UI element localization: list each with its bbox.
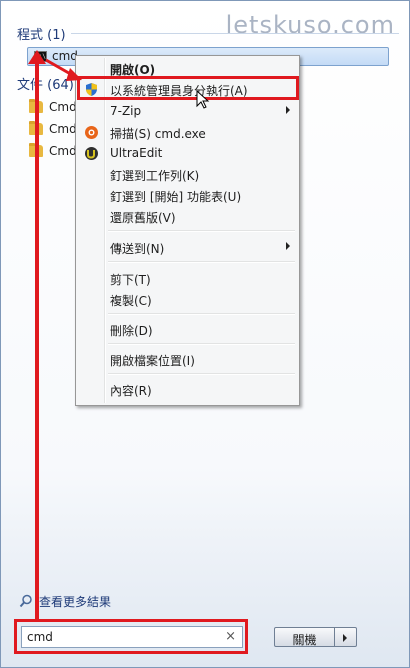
- see-more-results-label: 查看更多結果: [39, 595, 112, 609]
- menu-item-send-to[interactable]: 傳送到(N): [78, 237, 297, 257]
- menu-item-label: UltraEdit: [110, 146, 163, 160]
- menu-item-label: 開啟檔案位置(I): [110, 354, 195, 368]
- menu-separator: [108, 230, 295, 232]
- shutdown-control: 關機: [274, 627, 358, 647]
- annotation-arrow-shaft: [35, 60, 39, 620]
- menu-item-label: 刪除(D): [110, 324, 153, 338]
- menu-item-label: 還原舊版(V): [110, 211, 176, 225]
- menu-item-label: 釘選到工作列(K): [110, 169, 200, 183]
- menu-item-properties[interactable]: 內容(R): [78, 379, 297, 399]
- chevron-right-icon: [343, 634, 347, 642]
- menu-item-copy[interactable]: 複製(C): [78, 289, 297, 309]
- mouse-cursor-icon: [196, 90, 210, 109]
- menu-item-restore-previous[interactable]: 還原舊版(V): [78, 206, 297, 226]
- menu-item-cut[interactable]: 剪下(T): [78, 268, 297, 288]
- antivirus-icon: [85, 126, 98, 139]
- menu-item-label: 剪下(T): [110, 273, 151, 287]
- ultraedit-icon: [85, 147, 98, 160]
- menu-item-pin-taskbar[interactable]: 釘選到工作列(K): [78, 164, 297, 184]
- menu-separator: [108, 343, 295, 345]
- watermark: letskuso.com: [225, 11, 395, 39]
- search-icon: [19, 594, 32, 608]
- menu-separator: [108, 373, 295, 375]
- search-box-highlight: [14, 619, 248, 654]
- submenu-arrow-icon: [286, 242, 290, 250]
- submenu-arrow-icon: [286, 106, 290, 114]
- menu-item-pin-start[interactable]: 釘選到 [開始] 功能表(U): [78, 185, 297, 205]
- menu-item-open-location[interactable]: 開啟檔案位置(I): [78, 349, 297, 369]
- menu-item-7zip[interactable]: 7-Zip: [78, 101, 297, 121]
- shutdown-options-button[interactable]: [335, 627, 357, 647]
- document-item-label: Cmd: [49, 122, 77, 136]
- menu-item-scan[interactable]: 掃描(S) cmd.exe: [78, 122, 297, 142]
- document-item-label: Cmd: [49, 144, 77, 158]
- menu-item-delete[interactable]: 刪除(D): [78, 319, 297, 339]
- menu-item-ultraedit[interactable]: UltraEdit: [78, 143, 297, 163]
- menu-item-label: 傳送到(N): [110, 242, 165, 256]
- run-as-admin-highlight: [77, 76, 299, 100]
- menu-item-open[interactable]: 開啟(O): [78, 58, 297, 78]
- menu-separator: [108, 313, 295, 315]
- programs-divider: [71, 33, 399, 34]
- menu-item-label: 7-Zip: [110, 104, 142, 118]
- shutdown-button[interactable]: 關機: [274, 627, 335, 647]
- menu-separator: [108, 261, 295, 263]
- menu-item-label: 內容(R): [110, 384, 152, 398]
- annotation-arrow-right-icon: [45, 58, 82, 81]
- context-menu: 開啟(O) 以系統管理員身分執行(A) 7-Zip 掃描(S) cmd.exe …: [75, 55, 300, 406]
- menu-item-label: 釘選到 [開始] 功能表(U): [110, 190, 242, 204]
- programs-header: 程式 (1): [17, 28, 66, 43]
- document-item-label: Cmd: [49, 100, 77, 114]
- shutdown-label: 關機: [292, 633, 317, 647]
- menu-item-label: 複製(C): [110, 294, 152, 308]
- menu-item-label: 掃描(S) cmd.exe: [110, 127, 206, 141]
